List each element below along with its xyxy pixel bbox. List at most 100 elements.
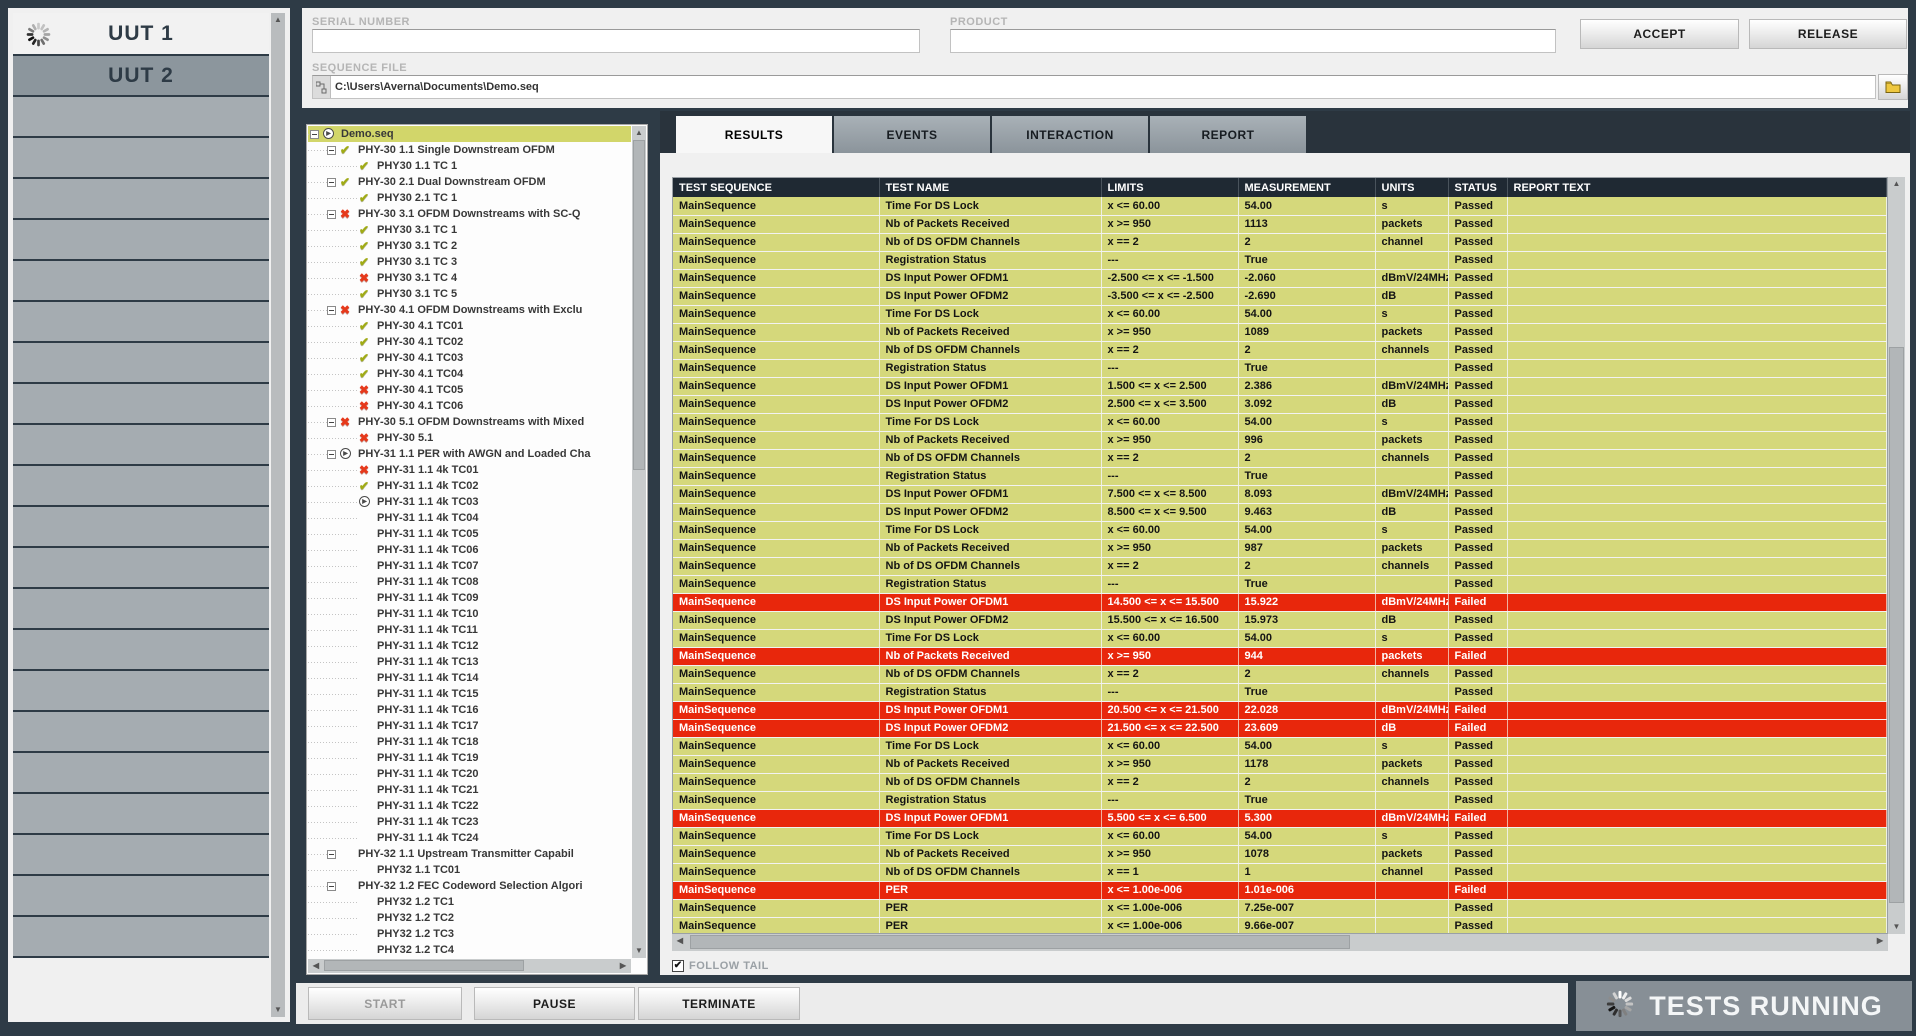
tree-item[interactable]: ✔PHY-30 2.1 Dual Downstream OFDM	[308, 174, 631, 190]
scroll-right-icon[interactable]: ▶	[1874, 935, 1886, 947]
uut-slot-empty[interactable]	[13, 425, 269, 466]
tree-item[interactable]: PHY-31 1.1 4k TC08	[308, 574, 631, 590]
results-vertical-scrollbar[interactable]: ▲ ▼	[1888, 177, 1905, 934]
result-row[interactable]: MainSequencePERx <= 1.00e-0067.25e-007Pa…	[673, 899, 1887, 917]
column-header-test-sequence[interactable]: TEST SEQUENCE	[673, 178, 879, 197]
tree-item[interactable]: PHY-31 1.1 4k TC24	[308, 830, 631, 846]
scrollbar-thumb[interactable]	[633, 140, 645, 470]
uut-slot-empty[interactable]	[13, 507, 269, 548]
result-row[interactable]: MainSequencePERx <= 1.00e-0061.01e-006Fa…	[673, 881, 1887, 899]
result-row[interactable]: MainSequenceDS Input Power OFDM22.500 <=…	[673, 395, 1887, 413]
tree-item[interactable]: PHY32 1.2 TC3	[308, 926, 631, 942]
tree-item[interactable]: PHY32 1.1 TC01	[308, 862, 631, 878]
browse-sequence-button[interactable]	[1878, 74, 1908, 100]
tree-item[interactable]: PHY-31 1.1 4k TC09	[308, 590, 631, 606]
tree-horizontal-scrollbar[interactable]: ◀ ▶	[308, 959, 631, 973]
uut-slot-empty[interactable]	[13, 548, 269, 589]
uut-slot-empty[interactable]	[13, 220, 269, 261]
result-row[interactable]: MainSequenceNb of Packets Receivedx >= 9…	[673, 323, 1887, 341]
tree-item[interactable]: ✖PHY-30 4.1 TC06	[308, 398, 631, 414]
tree-item[interactable]: PHY32 1.2 TC1	[308, 894, 631, 910]
scroll-up-icon[interactable]: ▲	[271, 14, 285, 26]
scrollbar-thumb[interactable]	[324, 960, 524, 971]
result-row[interactable]: MainSequenceNb of DS OFDM Channelsx == 2…	[673, 341, 1887, 359]
uut-slot-empty[interactable]	[13, 835, 269, 876]
tree-item[interactable]: PHY-31 1.1 4k TC21	[308, 782, 631, 798]
tree-item[interactable]: PHY-31 1.1 4k TC23	[308, 814, 631, 830]
tree-item[interactable]: PHY-31 1.1 4k TC22	[308, 798, 631, 814]
result-row[interactable]: MainSequenceNb of Packets Receivedx >= 9…	[673, 215, 1887, 233]
tab-results[interactable]: RESULTS	[676, 116, 832, 153]
result-row[interactable]: MainSequenceTime For DS Lockx <= 60.0054…	[673, 737, 1887, 755]
tree-item[interactable]: PHY-32 1.1 Upstream Transmitter Capabil	[308, 846, 631, 862]
terminate-button[interactable]: TERMINATE	[638, 987, 800, 1020]
scroll-down-icon[interactable]: ▼	[632, 945, 646, 957]
result-row[interactable]: MainSequenceDS Input Power OFDM28.500 <=…	[673, 503, 1887, 521]
uut-slot-uut-1[interactable]: UUT 1	[13, 13, 269, 56]
follow-tail-toggle[interactable]: ✔ FOLLOW TAIL	[672, 960, 769, 972]
expand-toggle[interactable]	[327, 306, 336, 315]
uut-slot-empty[interactable]	[13, 179, 269, 220]
expand-toggle[interactable]	[327, 418, 336, 427]
tree-item[interactable]: PHY-31 1.1 4k TC11	[308, 622, 631, 638]
product-input[interactable]	[950, 29, 1556, 53]
tree-item[interactable]: PHY-32 1.2 FEC Codeword Selection Algori	[308, 878, 631, 894]
tree-item[interactable]: PHY32 1.2 TC2	[308, 910, 631, 926]
expand-toggle[interactable]	[327, 178, 336, 187]
tree-item[interactable]: ✔PHY-30 1.1 Single Downstream OFDM	[308, 142, 631, 158]
tree-item[interactable]: ✔PHY30 3.1 TC 2	[308, 238, 631, 254]
scroll-up-icon[interactable]: ▲	[632, 127, 646, 139]
result-row[interactable]: MainSequenceNb of DS OFDM Channelsx == 2…	[673, 665, 1887, 683]
result-row[interactable]: MainSequenceNb of Packets Receivedx >= 9…	[673, 845, 1887, 863]
result-row[interactable]: MainSequenceDS Input Power OFDM215.500 <…	[673, 611, 1887, 629]
result-row[interactable]: MainSequenceTime For DS Lockx <= 60.0054…	[673, 521, 1887, 539]
expand-toggle[interactable]	[327, 210, 336, 219]
tab-interaction[interactable]: INTERACTION	[992, 116, 1148, 153]
tree-item[interactable]: PHY-31 1.1 4k TC14	[308, 670, 631, 686]
result-row[interactable]: MainSequenceTime For DS Lockx <= 60.0054…	[673, 413, 1887, 431]
tree-item[interactable]: PHY-31 1.1 4k TC04	[308, 510, 631, 526]
tree-item[interactable]: ✔PHY30 3.1 TC 5	[308, 286, 631, 302]
uut-slot-empty[interactable]	[13, 876, 269, 917]
tab-report[interactable]: REPORT	[1150, 116, 1306, 153]
scroll-right-icon[interactable]: ▶	[617, 960, 629, 972]
result-row[interactable]: MainSequenceNb of Packets Receivedx >= 9…	[673, 539, 1887, 557]
expand-toggle[interactable]	[327, 850, 336, 859]
scrollbar-thumb[interactable]	[1889, 347, 1904, 903]
column-header-limits[interactable]: LIMITS	[1101, 178, 1238, 197]
result-row[interactable]: MainSequenceTime For DS Lockx <= 60.0054…	[673, 305, 1887, 323]
result-row[interactable]: MainSequenceTime For DS Lockx <= 60.0054…	[673, 629, 1887, 647]
tree-item[interactable]: ✖PHY-30 4.1 TC05	[308, 382, 631, 398]
column-header-test-name[interactable]: TEST NAME	[879, 178, 1101, 197]
uut-slot-empty[interactable]	[13, 466, 269, 507]
result-row[interactable]: MainSequenceTime For DS Lockx <= 60.0054…	[673, 197, 1887, 215]
result-row[interactable]: MainSequenceNb of Packets Receivedx >= 9…	[673, 755, 1887, 773]
uut-slot-empty[interactable]	[13, 589, 269, 630]
tree-item[interactable]: PHY-31 1.1 4k TC19	[308, 750, 631, 766]
result-row[interactable]: MainSequenceRegistration Status---TruePa…	[673, 575, 1887, 593]
scroll-left-icon[interactable]: ◀	[674, 935, 686, 947]
tree-item[interactable]: PHY-31 1.1 4k TC13	[308, 654, 631, 670]
tree-item[interactable]: ✔PHY30 3.1 TC 3	[308, 254, 631, 270]
tree-item[interactable]: PHY-31 1.1 4k TC10	[308, 606, 631, 622]
result-row[interactable]: MainSequenceRegistration Status---TruePa…	[673, 251, 1887, 269]
uut-slot-empty[interactable]	[13, 97, 269, 138]
sequence-file-input[interactable]	[312, 75, 1876, 99]
expand-toggle[interactable]	[327, 146, 336, 155]
uut-slot-empty[interactable]	[13, 138, 269, 179]
accept-button[interactable]: ACCEPT	[1580, 19, 1739, 49]
tree-item[interactable]: ✖PHY30 3.1 TC 4	[308, 270, 631, 286]
result-row[interactable]: MainSequenceDS Input Power OFDM221.500 <…	[673, 719, 1887, 737]
result-row[interactable]: MainSequenceNb of DS OFDM Channelsx == 2…	[673, 773, 1887, 791]
tree-item[interactable]: ✖PHY-30 5.1 OFDM Downstreams with Mixed	[308, 414, 631, 430]
pause-button[interactable]: PAUSE	[474, 987, 635, 1020]
uut-slot-empty[interactable]	[13, 630, 269, 671]
results-horizontal-scrollbar[interactable]: ◀ ▶	[672, 934, 1888, 951]
uut-slot-empty[interactable]	[13, 753, 269, 794]
tree-vertical-scrollbar[interactable]: ▲ ▼	[632, 126, 646, 958]
column-header-units[interactable]: UNITS	[1375, 178, 1448, 197]
tree-item[interactable]: ✔PHY-30 4.1 TC02	[308, 334, 631, 350]
result-row[interactable]: MainSequenceNb of Packets Receivedx >= 9…	[673, 647, 1887, 665]
uut-slot-empty[interactable]	[13, 917, 269, 958]
tree-item[interactable]: PHY-31 1.1 4k TC07	[308, 558, 631, 574]
